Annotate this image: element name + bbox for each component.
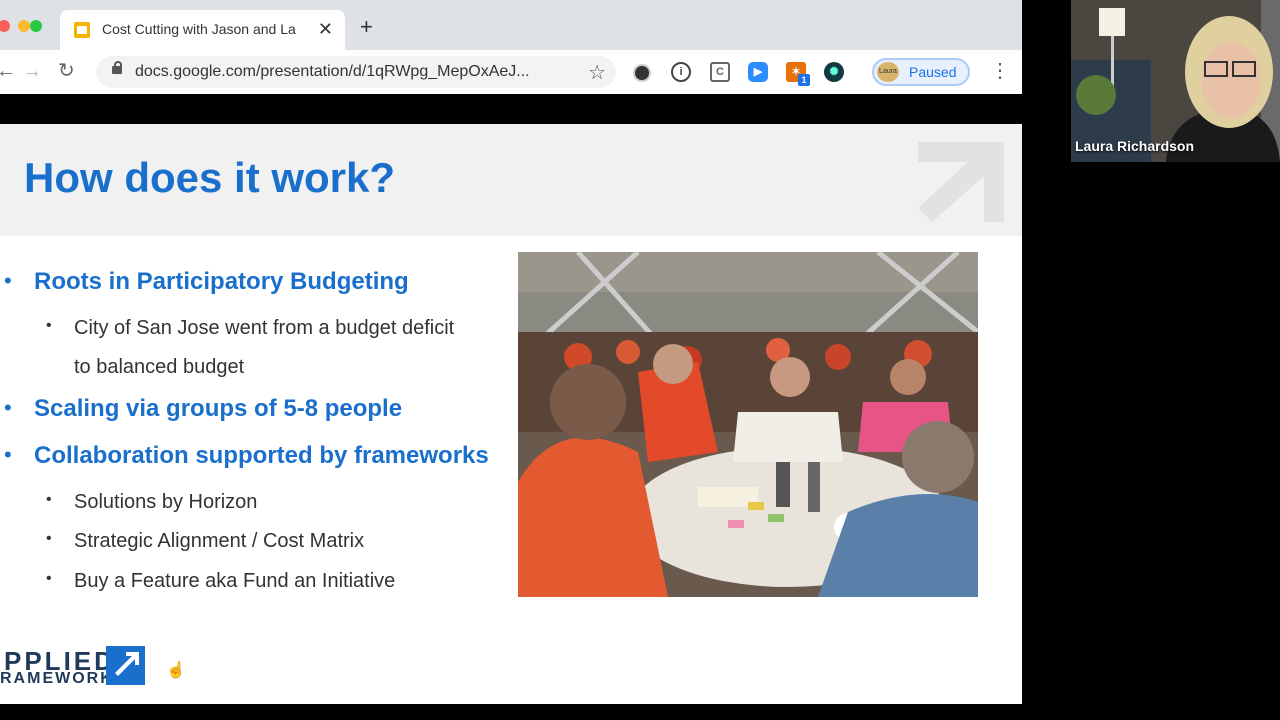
logo-arrow-icon (115, 652, 139, 676)
sub-bullet-item: to balanced budget (74, 356, 245, 378)
hand-cursor-icon: ☝ (166, 662, 186, 679)
forward-arrow-icon[interactable]: → (22, 60, 42, 82)
bullet-item: Scaling via groups of 5-8 people (34, 395, 403, 422)
slide-header: How does it work? (0, 124, 1022, 236)
extension-clipboard-icon[interactable]: C (710, 62, 730, 82)
sub-bullet-item: Solutions by Horizon (74, 491, 258, 513)
browser-chrome: Cost Cutting with Jason and La ✕ + ← → ↻… (0, 0, 1022, 94)
bullet-dot: • (4, 395, 12, 420)
extension-teal-icon[interactable]: ✺ (824, 62, 844, 82)
slide-title: How does it work? (24, 154, 396, 201)
profile-avatar: Laura (877, 62, 899, 82)
bullet-dot: • (4, 268, 12, 293)
sub-bullet-dot: • (46, 530, 52, 547)
bullet-item: Collaboration supported by frameworks (34, 442, 489, 469)
lock-icon (112, 61, 122, 74)
zoom-extension-icon[interactable]: ▶ (748, 62, 768, 82)
sub-bullet-item: Strategic Alignment / Cost Matrix (74, 530, 365, 552)
profile-button[interactable]: Laura Paused (872, 58, 970, 86)
window-maximize-button[interactable] (30, 20, 42, 32)
sub-bullet-item: City of San Jose went from a budget defi… (74, 317, 455, 339)
slide-canvas: How does it work? • Roots in Participato… (0, 124, 1022, 704)
extension-dark-circle-icon[interactable] (633, 64, 651, 82)
video-participant-tile[interactable]: Laura Richardson (1071, 0, 1280, 162)
participant-name: Laura Richardson (1075, 138, 1195, 154)
bullet-dot: • (4, 442, 12, 467)
arrow-decoration-icon (918, 142, 1004, 222)
reload-icon[interactable]: ↻ (58, 60, 75, 82)
browser-tab-active[interactable]: Cost Cutting with Jason and La ✕ (60, 10, 345, 50)
sub-bullet-dot: • (46, 570, 52, 587)
extension-info-icon[interactable]: i (671, 62, 691, 82)
sub-bullet-item: Buy a Feature aka Fund an Initiative (74, 570, 396, 592)
tab-strip: Cost Cutting with Jason and La ✕ + (0, 0, 1022, 50)
window-minimize-button[interactable] (18, 20, 30, 32)
back-arrow-icon[interactable]: ← (0, 60, 16, 82)
browser-toolbar: ← → ↻ docs.google.com/presentation/d/1qR… (0, 50, 1022, 94)
window-close-button[interactable] (0, 20, 10, 32)
logo-arrow-mark (106, 646, 145, 685)
url-text[interactable]: docs.google.com/presentation/d/1qRWpg_Me… (135, 63, 530, 81)
sub-bullet-dot: • (46, 317, 52, 334)
address-bar[interactable]: docs.google.com/presentation/d/1qRWpg_Me… (96, 56, 616, 88)
profile-status: Paused (909, 64, 957, 80)
bookmark-star-icon[interactable]: ☆ (588, 60, 606, 85)
sub-bullet-dot: • (46, 491, 52, 508)
kebab-menu-icon[interactable]: ⋮ (990, 60, 1010, 82)
new-tab-button[interactable]: + (360, 16, 373, 38)
presentation-top-bar (0, 94, 1022, 124)
slides-favicon-icon (74, 22, 90, 38)
bullet-item: Roots in Participatory Budgeting (34, 268, 409, 295)
tab-title: Cost Cutting with Jason and La (102, 21, 296, 37)
tab-close-icon[interactable]: ✕ (318, 19, 333, 39)
extension-badge: 1 (798, 74, 810, 86)
workshop-photo (518, 252, 978, 597)
